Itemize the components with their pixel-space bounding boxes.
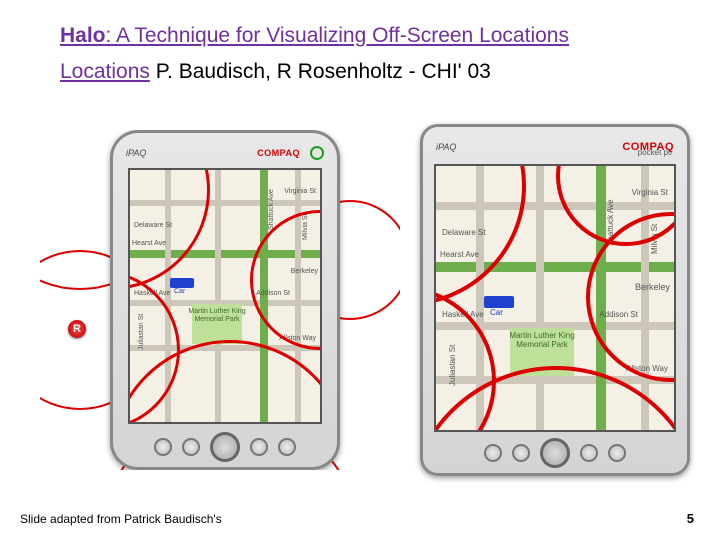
title-locations: Locations [60, 60, 150, 83]
park-label: Martin Luther King Memorial Park [188, 308, 246, 323]
button-row [420, 438, 690, 468]
hw-button [512, 444, 530, 462]
title-link: : A Technique for Visualizing Off-Screen… [106, 24, 569, 47]
footer-credit: Slide adapted from Patrick Baudisch's [20, 512, 222, 526]
dpad [210, 432, 240, 462]
map: Virginia St Delaware St Hearst Ave Berke… [130, 170, 320, 422]
map: Virginia St Delaware St Hearst Ave Berke… [436, 166, 674, 430]
halo-arc [556, 164, 676, 246]
street-label: Virginia St [284, 188, 316, 195]
title-halo: Halo [60, 24, 106, 47]
restaurant-pin: R [68, 320, 86, 338]
park-label: Martin Luther King Memorial Park [506, 332, 578, 350]
compaq-label: COMPAQ [257, 148, 300, 158]
hw-button [580, 444, 598, 462]
hw-button [278, 438, 296, 456]
figure-area: R R R R iPAQ COMPAQ [0, 130, 720, 470]
button-row [110, 432, 340, 462]
slide: { "title": { "halo": "Halo", "link_rest"… [0, 0, 720, 540]
pda-left: iPAQ COMPAQ [110, 130, 340, 470]
dpad [540, 438, 570, 468]
car-label: Car [174, 288, 185, 295]
pda-screen: Virginia St Delaware St Hearst Ave Berke… [434, 164, 676, 432]
slide-title: Halo: A Technique for Visualizing Off-Sc… [0, 0, 720, 89]
ipaq-label: iPAQ [126, 148, 146, 158]
power-icon [310, 146, 324, 160]
hw-button [250, 438, 268, 456]
pocketpc-label: pocket pc [638, 148, 672, 157]
street-label: Shattuck Ave [268, 189, 275, 230]
car-label: Car [490, 308, 503, 317]
page-number: 5 [687, 511, 694, 526]
left-figure: R R R R iPAQ COMPAQ [40, 130, 400, 470]
hw-button [154, 438, 172, 456]
car-icon [484, 296, 514, 308]
hw-button [608, 444, 626, 462]
ipaq-label: iPAQ [436, 142, 456, 152]
hw-button [182, 438, 200, 456]
pda-right: iPAQ COMPAQ pocket pc Virginia St [420, 124, 690, 476]
pda-screen: Virginia St Delaware St Hearst Ave Berke… [128, 168, 322, 424]
car-icon [170, 278, 194, 288]
title-authors: P. Baudisch, R Rosenholtz - CHI' 03 [150, 60, 491, 83]
hw-button [484, 444, 502, 462]
